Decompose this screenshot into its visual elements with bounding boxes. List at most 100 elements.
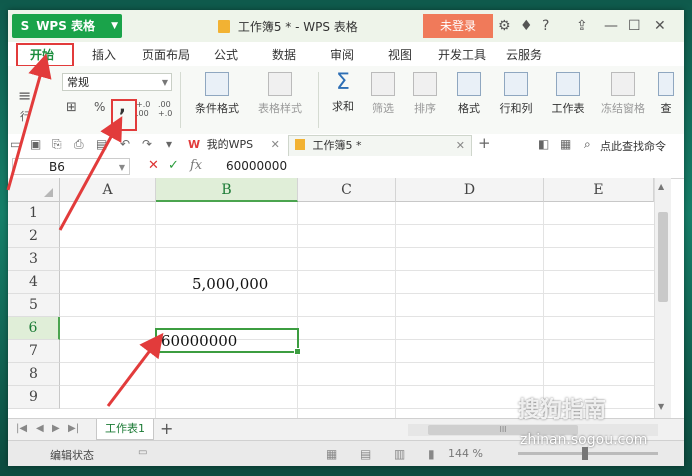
table-style-button[interactable]: 表格样式 xyxy=(250,72,310,116)
cancel-icon[interactable]: ✕ xyxy=(148,158,159,173)
login-button[interactable]: 未登录 xyxy=(423,14,493,38)
document-title-text: 工作簿5 * - WPS 表格 xyxy=(237,20,358,34)
row-header-3[interactable]: 3 xyxy=(8,248,60,271)
formula-bar: B6 ▼ ✕ ✓ fx 60000000 xyxy=(8,156,684,179)
new-tab-button[interactable]: + xyxy=(478,134,491,152)
column-header-a[interactable]: A xyxy=(60,178,156,202)
fill-handle[interactable] xyxy=(294,348,301,355)
wps-app-button[interactable]: S WPS 表格 ▼ xyxy=(12,14,122,38)
sheet-tab-1[interactable]: 工作表1 xyxy=(96,419,154,440)
tab-page-layout[interactable]: 页面布局 xyxy=(142,46,190,63)
zoom-level[interactable]: 144 % xyxy=(448,447,483,460)
undo-icon[interactable]: ↶ xyxy=(120,137,130,151)
reading-mode-icon[interactable]: ▮ xyxy=(428,447,435,461)
wps-logo-icon: S xyxy=(20,19,30,33)
number-format-combo[interactable]: 常规 ▼ xyxy=(62,73,172,91)
redo-icon[interactable]: ↷ xyxy=(142,137,152,151)
search-icon[interactable]: ⌕ xyxy=(584,137,591,152)
row-header-5[interactable]: 5 xyxy=(8,294,60,317)
worksheet-button[interactable]: 工作表 xyxy=(546,72,590,116)
scroll-up-icon[interactable]: ▲ xyxy=(658,182,664,191)
tab-workbook5[interactable]: 工作簿5 * ✕ xyxy=(288,135,472,156)
column-header-e[interactable]: E xyxy=(544,178,654,202)
prev-sheet-icon[interactable]: ◀ xyxy=(36,423,44,434)
conditional-format-button[interactable]: 条件格式 xyxy=(188,72,246,116)
column-header-b[interactable]: B xyxy=(156,178,298,202)
format-button[interactable]: 格式 xyxy=(452,72,486,116)
spreadsheet-grid[interactable]: A B C D E 1 2 3 4 5 6 7 8 9 5,000,000 60… xyxy=(8,178,654,418)
cell-b6-selected[interactable]: 60000000 xyxy=(155,328,301,355)
tab-insert[interactable]: 插入 xyxy=(92,46,116,63)
vertical-scrollbar[interactable]: ▲ ▼ xyxy=(654,178,671,418)
row-header-1[interactable]: 1 xyxy=(8,202,60,225)
restore-toolbar-icon[interactable]: ⇪ xyxy=(576,18,588,34)
tab-developer[interactable]: 开发工具 xyxy=(438,46,486,63)
preview-icon[interactable]: ▤ xyxy=(96,137,107,151)
last-sheet-icon[interactable]: ▶| xyxy=(68,423,79,434)
close-icon[interactable]: ✕ xyxy=(654,18,666,34)
cell-b4[interactable]: 5,000,000 xyxy=(192,275,268,293)
row-header-4[interactable]: 4 xyxy=(8,271,60,294)
normal-view-icon[interactable]: ▦ xyxy=(326,447,337,461)
insert-function-button[interactable]: fx xyxy=(190,158,202,173)
zoom-slider-knob[interactable] xyxy=(582,447,588,460)
column-header-c[interactable]: C xyxy=(298,178,396,202)
help-icon[interactable]: ? xyxy=(542,18,549,34)
decrease-decimal-button[interactable]: .00 +.0 xyxy=(158,100,178,118)
scroll-down-icon[interactable]: ▼ xyxy=(658,402,664,411)
percent-button[interactable]: % xyxy=(94,100,105,114)
page-break-view-icon[interactable]: ▥ xyxy=(394,447,405,461)
first-sheet-icon[interactable]: |◀ xyxy=(16,423,27,434)
confirm-icon[interactable]: ✓ xyxy=(168,158,179,173)
doc-tools-icon[interactable]: ◧ xyxy=(538,137,549,151)
highlight-comma-button xyxy=(111,99,137,131)
tab-view[interactable]: 视图 xyxy=(388,46,412,63)
filter-button[interactable]: 筛选 xyxy=(366,72,400,116)
open-icon[interactable]: ▭ xyxy=(10,137,21,151)
tab-cloud[interactable]: 云服务 xyxy=(506,46,542,63)
name-box[interactable]: B6 ▼ xyxy=(12,158,130,175)
status-doc-icon[interactable]: ▭ xyxy=(138,447,147,458)
formula-input[interactable]: 60000000 xyxy=(226,159,287,173)
minimize-icon[interactable]: — xyxy=(604,18,618,34)
close-tab-icon[interactable]: ✕ xyxy=(271,138,280,151)
sum-button[interactable]: Σ 求和 xyxy=(326,72,360,114)
rows-columns-button[interactable]: 行和列 xyxy=(494,72,538,116)
next-sheet-icon[interactable]: ▶ xyxy=(52,423,60,434)
maximize-icon[interactable]: ☐ xyxy=(628,18,641,34)
vertical-scroll-thumb[interactable] xyxy=(658,212,668,302)
table-style-icon xyxy=(268,72,292,96)
shirt-icon[interactable]: ♦ xyxy=(520,18,533,34)
align-left-icon[interactable]: ≡ xyxy=(18,86,31,105)
row-header-6[interactable]: 6 xyxy=(8,317,60,340)
command-search-input[interactable]: 点此查找命令 xyxy=(600,138,666,154)
window-list-icon[interactable]: ▦ xyxy=(560,137,571,151)
tab-data[interactable]: 数据 xyxy=(272,46,296,63)
row-header-8[interactable]: 8 xyxy=(8,363,60,386)
select-all-corner[interactable] xyxy=(8,178,60,202)
add-sheet-button[interactable]: + xyxy=(160,419,173,438)
number-format-value: 常规 xyxy=(67,76,89,89)
row-header-2[interactable]: 2 xyxy=(8,225,60,248)
close-tab-icon[interactable]: ✕ xyxy=(456,136,465,156)
export-icon[interactable]: ⎘ xyxy=(52,137,62,152)
skin-icon[interactable]: ⚙ xyxy=(498,18,511,34)
tab-my-wps[interactable]: W 我的WPS ✕ xyxy=(188,135,280,155)
tab-formulas[interactable]: 公式 xyxy=(214,46,238,63)
increase-decimal-button[interactable]: +.0 .00 xyxy=(136,100,156,118)
zoom-slider[interactable] xyxy=(518,447,658,460)
column-header-d[interactable]: D xyxy=(396,178,544,202)
print-icon[interactable]: ⎙ xyxy=(74,137,84,152)
row-header-7[interactable]: 7 xyxy=(8,340,60,363)
wrap-label[interactable]: 行 xyxy=(20,108,31,124)
customize-icon[interactable]: ▾ xyxy=(166,137,172,151)
sort-button[interactable]: 排序 xyxy=(408,72,442,116)
freeze-panes-button[interactable]: 冻结窗格 xyxy=(598,72,648,116)
save-icon[interactable]: ▣ xyxy=(30,137,41,151)
page-layout-view-icon[interactable]: ▤ xyxy=(360,447,371,461)
find-button[interactable]: 查 xyxy=(656,72,676,116)
tab-review[interactable]: 审阅 xyxy=(330,46,354,63)
row-header-9[interactable]: 9 xyxy=(8,386,60,409)
freeze-panes-label: 冻结窗格 xyxy=(601,102,645,115)
currency-icon[interactable]: ⊞ xyxy=(66,100,77,115)
